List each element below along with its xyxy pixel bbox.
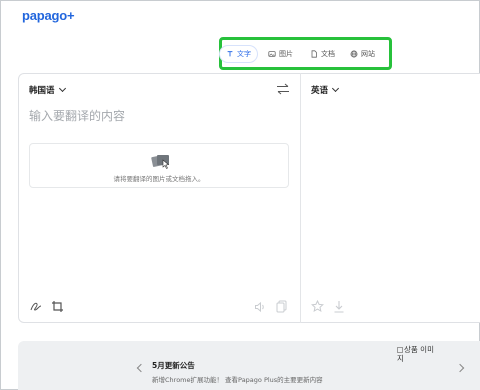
handwriting-icon[interactable] <box>29 300 43 313</box>
text-icon <box>227 51 233 57</box>
source-language-selector[interactable]: 韩国语 <box>29 84 66 96</box>
image-icon <box>268 51 276 57</box>
broken-image-icon <box>397 347 403 353</box>
chevron-down-icon <box>331 84 340 93</box>
banner-image: 상품 이미지 <box>397 345 437 363</box>
chevron-left-icon[interactable] <box>136 363 146 373</box>
globe-icon <box>350 50 358 58</box>
tab-text[interactable]: 文字 <box>219 45 258 63</box>
tab-image[interactable]: 图片 <box>268 45 293 63</box>
update-banner[interactable]: 5月更新公告 新增Chrome扩展功能！ 查看Papago Plus的主要更新内… <box>18 341 480 390</box>
file-drop-zone[interactable]: 请将要翻译的图片或文档拖入。 <box>29 143 289 188</box>
banner-title: 5月更新公告 <box>152 361 195 370</box>
document-icon <box>311 50 317 58</box>
target-language-selector[interactable]: 英语 <box>311 84 340 96</box>
chevron-down-icon <box>58 84 66 93</box>
source-language-label: 韩国语 <box>29 86 55 96</box>
tab-image-label: 图片 <box>279 50 293 58</box>
papago-logo[interactable]: papago+ <box>22 8 75 23</box>
tab-document-label: 文档 <box>321 50 335 58</box>
banner-subtitle: 新增Chrome扩展功能！ 查看Papago Plus的主要更新内容 <box>152 376 323 384</box>
source-text-input[interactable]: 输入要翻译的内容 <box>29 107 125 124</box>
tab-website[interactable]: 网站 <box>350 45 375 63</box>
chevron-right-icon[interactable] <box>455 363 465 373</box>
copy-icon[interactable] <box>276 300 287 313</box>
target-language-label: 英语 <box>311 86 329 96</box>
speaker-icon[interactable] <box>254 301 266 313</box>
drop-hint: 请将要翻译的图片或文档拖入。 <box>113 175 205 183</box>
star-icon[interactable] <box>311 300 324 313</box>
tab-text-label: 文字 <box>237 50 251 58</box>
mode-tab-bar: 文字 图片 文档 网站 <box>219 37 392 70</box>
swap-languages-icon[interactable] <box>276 83 290 95</box>
download-icon[interactable] <box>333 300 345 313</box>
tab-document[interactable]: 文档 <box>310 45 335 63</box>
tab-website-label: 网站 <box>361 50 375 58</box>
panel-divider <box>300 73 301 323</box>
image-upload-icon <box>151 155 170 169</box>
crop-icon[interactable] <box>51 300 64 313</box>
